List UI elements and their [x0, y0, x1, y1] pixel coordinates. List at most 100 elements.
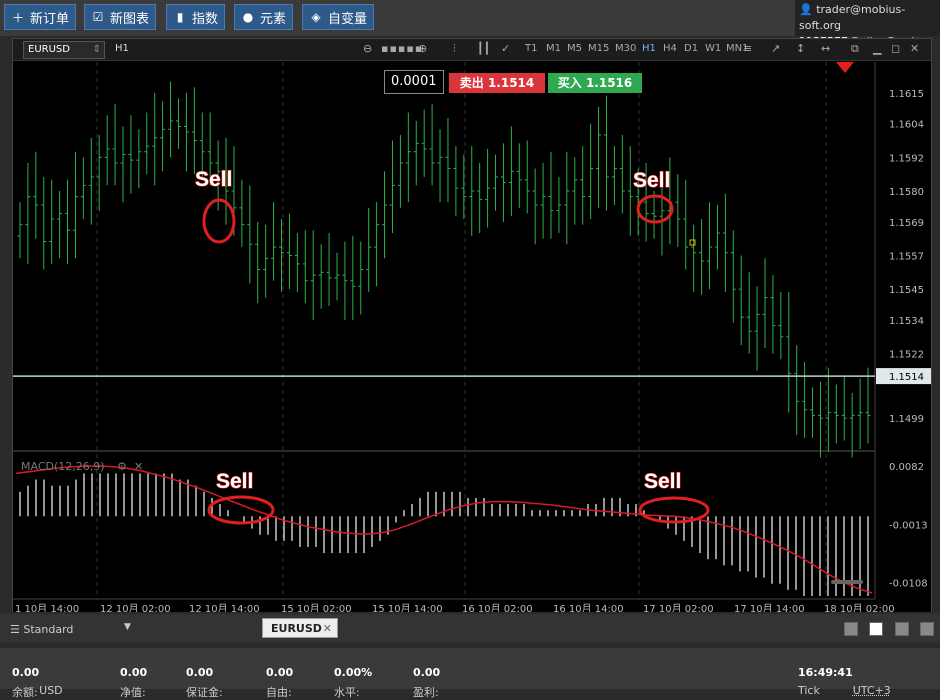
- chart-window: EURUSD ⇕ H1 ⊖ ▪▪▪▪▪ ⊕ ⫶ ┃┃ ✓ T1 M1 M5 M15 M30…: [12, 38, 932, 612]
- plot-background: [13, 62, 931, 612]
- macd-tick-label: -0.0013: [889, 520, 928, 531]
- maximize-icon[interactable]: ◻: [891, 42, 900, 55]
- chart-window-toolbar: EURUSD ⇕ H1 ⊖ ▪▪▪▪▪ ⊕ ⫶ ┃┃ ✓ T1 M1 M5 M15 M30…: [13, 39, 931, 61]
- close-tab-icon[interactable]: ✕: [323, 619, 332, 639]
- time-tick-label: 16 10月 02:00: [462, 603, 533, 612]
- new-chart-button[interactable]: ☑ 新图表: [84, 4, 156, 30]
- indicator-close-icon: ✕: [134, 460, 143, 473]
- timeframe-m1[interactable]: M1: [546, 43, 561, 54]
- layout-grid-icon[interactable]: [869, 622, 883, 636]
- workspace-selector[interactable]: ☰ Standard: [10, 623, 73, 636]
- minimize-icon[interactable]: ▁: [873, 42, 881, 55]
- spinner-icon: ⇕: [93, 42, 101, 58]
- timeframe-m5[interactable]: M5: [567, 43, 582, 54]
- server-time: Tick 16:49:41 UTC+3: [798, 666, 853, 679]
- buy-button[interactable]: 买入 1.1516: [548, 73, 642, 93]
- draw-line-icon[interactable]: ↗: [771, 42, 780, 55]
- close-icon[interactable]: ✕: [910, 42, 919, 55]
- indicators-label: 指数: [192, 8, 218, 27]
- diamond-icon: ◈: [309, 10, 323, 24]
- chevron-down-icon[interactable]: ▼: [124, 622, 131, 632]
- zoom-slider[interactable]: ▪▪▪▪▪: [381, 42, 423, 55]
- crosshair-icon[interactable]: ↔: [821, 42, 830, 55]
- margin-level: 水平: 0.00%: [334, 666, 372, 679]
- chart-tab-eurusd[interactable]: EURUSD ✕: [262, 618, 338, 638]
- chart-icon: ☑: [91, 10, 105, 24]
- price-tick-label: 1.1604: [889, 120, 924, 131]
- macd-tick-label: 0.0082: [889, 462, 924, 473]
- user-icon: 👤: [799, 3, 813, 16]
- layout-rows-icon[interactable]: [920, 622, 934, 636]
- time-tick-label: 17 10月 14:00: [734, 603, 805, 612]
- bars-icon: ▮: [173, 10, 187, 24]
- status-bar: 余额: 0.00 USD 净值: 0.00 保证金: 0.00 自由: 0.00…: [0, 648, 940, 689]
- balance: 余额: 0.00 USD: [12, 666, 39, 679]
- sell-annotation-label: Sell: [633, 169, 670, 192]
- account-panel[interactable]: 👤 trader@mobius-soft.org 1137577 Dollar …: [795, 0, 940, 36]
- indicator-settings-icon[interactable]: ≡: [743, 42, 752, 55]
- price-tick-label: 1.1499: [889, 414, 924, 425]
- price-tick-label: 1.1522: [889, 350, 924, 361]
- parameters-label: 自变量: [328, 8, 367, 27]
- list-icon: ☰: [10, 623, 20, 636]
- price-tick-label: 1.1545: [889, 285, 924, 296]
- symbol-selector[interactable]: EURUSD ⇕: [23, 41, 105, 59]
- indicators-button[interactable]: ▮ 指数: [166, 4, 225, 30]
- account-user: 👤 trader@mobius-soft.org: [799, 2, 936, 34]
- price-tick-label: 1.1569: [889, 218, 924, 229]
- parameters-button[interactable]: ◈ 自变量: [302, 4, 374, 30]
- equity: 净值: 0.00: [120, 666, 147, 679]
- elements-button[interactable]: ● 元素: [234, 4, 293, 30]
- macd-indicator-label: MACD(12,26,9): [21, 460, 105, 473]
- price-tick-label: 1.1534: [889, 316, 924, 327]
- sell-annotation-label: Sell: [216, 470, 253, 493]
- margin: 保证金: 0.00: [186, 666, 213, 679]
- timeframe-h4[interactable]: H4: [663, 43, 677, 54]
- bar-chart-icon[interactable]: ⫶: [453, 42, 456, 56]
- detach-icon[interactable]: ⧉: [851, 42, 859, 56]
- timeframe-w1[interactable]: W1: [705, 43, 721, 54]
- horizontal-line-icon[interactable]: ↕: [796, 42, 805, 55]
- time-tick-label: 1 10月 14:00: [15, 603, 79, 612]
- candle-chart-icon[interactable]: ┃┃: [477, 42, 490, 55]
- timeframe-h1[interactable]: H1: [642, 43, 656, 54]
- zoom-in-icon[interactable]: ⊕: [418, 42, 427, 55]
- time-tick-label: 18 10月 02:00: [824, 603, 895, 612]
- timeframe-m15[interactable]: M15: [588, 43, 609, 54]
- price-tick-label: 1.1580: [889, 187, 924, 198]
- layout-single-icon[interactable]: [844, 622, 858, 636]
- top-toolbar: ＋ 新订单 ☑ 新图表 ▮ 指数 ● 元素 ◈ 自变量 👤 trader@mob…: [0, 0, 940, 36]
- sell-annotation-label: Sell: [644, 470, 681, 493]
- time-tick-label: 15 10月 14:00: [372, 603, 443, 612]
- price-tick-label: 1.1592: [889, 153, 924, 164]
- time-tick-label: 17 10月 02:00: [643, 603, 714, 612]
- time-tick-label: 12 10月 02:00: [100, 603, 171, 612]
- sell-button[interactable]: 卖出 1.1514: [449, 73, 545, 93]
- layout-columns-icon[interactable]: [895, 622, 909, 636]
- time-tick-label: 12 10月 14:00: [189, 603, 260, 612]
- timeframe-d1[interactable]: D1: [684, 43, 698, 54]
- price-tick-label: 1.1557: [889, 252, 924, 263]
- tabs-bar: ☰ Standard ▼ EURUSD ✕: [0, 614, 940, 642]
- elements-label: 元素: [260, 8, 286, 27]
- zoom-out-icon[interactable]: ⊖: [363, 42, 372, 55]
- free-margin: 自由: 0.00: [266, 666, 293, 679]
- macd-tick-label: -0.0108: [889, 578, 928, 589]
- new-order-button[interactable]: ＋ 新订单: [4, 4, 76, 30]
- chart-plot[interactable]: 1.1615 1.1604 1.1592 1.1580 1.1569 1.1557 1.15…: [13, 62, 931, 612]
- plus-icon: ＋: [11, 10, 25, 24]
- time-tick-label: 16 10月 14:00: [553, 603, 624, 612]
- time-tick-label: 15 10月 02:00: [281, 603, 352, 612]
- current-price-tag-label: 1.1514: [889, 372, 924, 383]
- profit: 盈利: 0.00: [413, 666, 440, 679]
- new-chart-label: 新图表: [110, 8, 149, 27]
- timeframe-label: H1: [115, 43, 129, 54]
- price-tick-label: 1.1615: [889, 89, 924, 100]
- line-chart-icon[interactable]: ✓: [501, 42, 510, 55]
- indicator-gear-icon: ⚙: [117, 460, 127, 473]
- timeframe-m30[interactable]: M30: [615, 43, 636, 54]
- sell-annotation-label: Sell: [195, 168, 232, 191]
- timeframe-t1[interactable]: T1: [525, 43, 537, 54]
- horizontal-scrollbar: [831, 580, 863, 584]
- quantity-input[interactable]: 0.0001: [384, 70, 444, 94]
